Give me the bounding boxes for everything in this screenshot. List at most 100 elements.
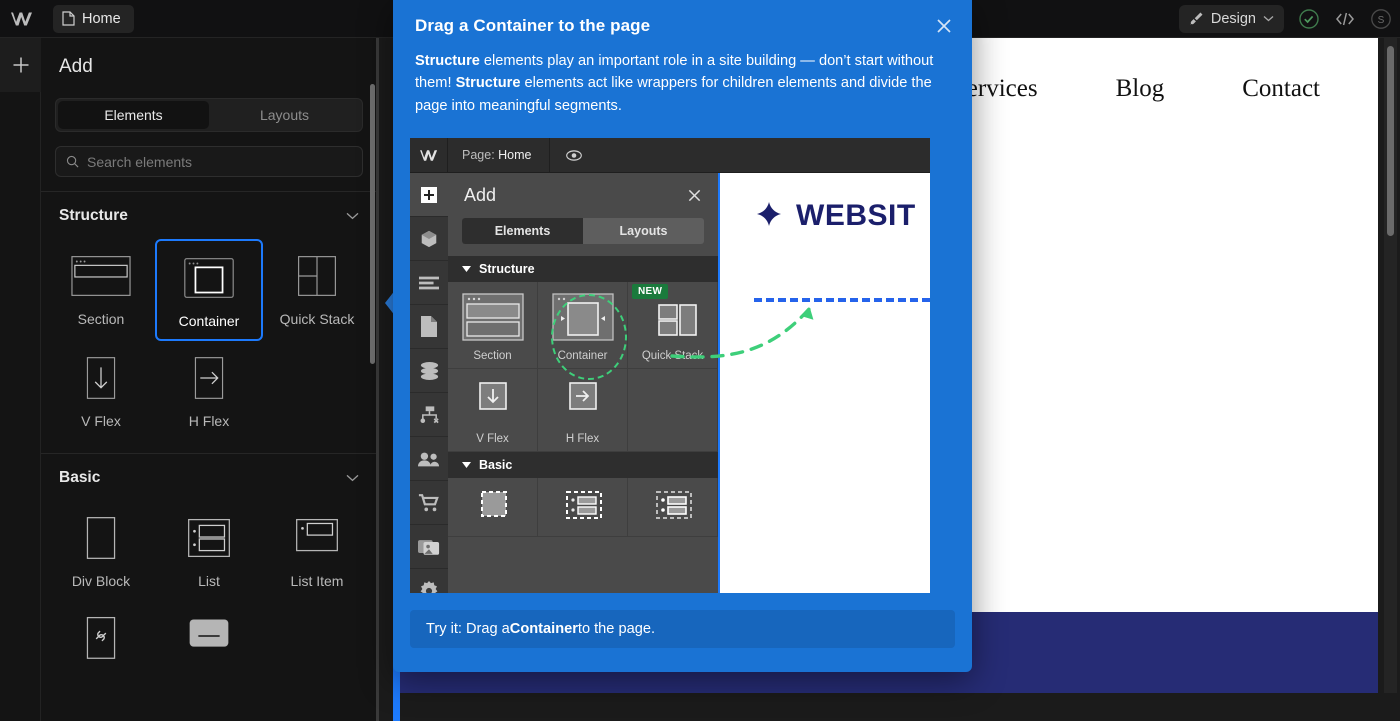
drop-target-line <box>754 298 930 302</box>
screenshot-section-structure[interactable]: Structure <box>448 256 718 282</box>
element-button[interactable] <box>155 599 263 681</box>
code-brackets-icon[interactable] <box>1334 10 1356 28</box>
page-icon <box>62 11 75 26</box>
tutorial-screenshot: Page: Home Add Elements Layouts Structur… <box>410 138 930 593</box>
section-title: Basic <box>59 468 101 486</box>
link-icon <box>71 613 131 659</box>
tryit-suffix: to the page. <box>577 621 655 637</box>
panel-resize-edge[interactable] <box>376 38 379 721</box>
section-header-structure[interactable]: Structure <box>41 191 377 239</box>
nav-link-contact[interactable]: Contact <box>1242 75 1320 103</box>
screenshot-add-panel: Add Elements Layouts Structure Section C… <box>448 173 718 593</box>
screenshot-tab-layouts[interactable]: Layouts <box>583 218 704 244</box>
element-label: Container <box>178 313 240 329</box>
element-section[interactable]: Section <box>47 239 155 341</box>
element-link-block[interactable] <box>47 599 155 681</box>
screenshot-element-list-item[interactable] <box>628 478 718 537</box>
screenshot-element-v-flex[interactable]: V Flex <box>448 369 538 452</box>
rail-add-button[interactable] <box>0 38 41 92</box>
element-div-block[interactable]: Div Block <box>47 501 155 599</box>
screenshot-section-basic[interactable]: Basic <box>448 452 718 478</box>
screenshot-element-quick-stack[interactable]: NEW Quick Stack <box>628 282 718 369</box>
screenshot-element-section[interactable]: Section <box>448 282 538 369</box>
element-label: Section <box>77 311 125 327</box>
add-panel-tabs: Elements Layouts <box>55 98 363 132</box>
screenshot-basic-grid <box>448 478 718 537</box>
rail-item-navigator[interactable] <box>410 261 448 305</box>
screenshot-tab-elements[interactable]: Elements <box>462 218 583 244</box>
tab-layouts[interactable]: Layouts <box>209 101 360 129</box>
close-icon[interactable] <box>687 188 702 203</box>
screenshot-section-title: Structure <box>479 262 535 276</box>
button-icon <box>179 613 239 659</box>
element-h-flex[interactable]: H Flex <box>155 341 263 439</box>
screenshot-section-title: Basic <box>479 458 513 472</box>
rail-item-components[interactable] <box>410 217 448 261</box>
add-panel: Add Elements Layouts Search elements Str… <box>41 38 378 721</box>
rail-item-settings[interactable] <box>410 569 448 593</box>
element-list[interactable]: List <box>155 501 263 599</box>
screenshot-panel-header: Add <box>448 173 718 206</box>
tryit-banner: Try it: Drag a Container to the page. <box>410 610 955 648</box>
screenshot-element-label: V Flex <box>476 433 509 445</box>
arrow-right-icon <box>179 355 239 401</box>
nav-link-blog[interactable]: Blog <box>1116 75 1165 103</box>
tab-elements[interactable]: Elements <box>58 101 209 129</box>
design-mode-selector[interactable]: Design <box>1178 4 1284 33</box>
element-label: List Item <box>290 573 344 589</box>
rail-item-logic[interactable] <box>410 393 448 437</box>
screenshot-element-label: Section <box>473 350 512 362</box>
screenshot-topbar: Page: Home <box>410 138 930 173</box>
element-quick-stack[interactable]: Quick Stack <box>263 239 371 341</box>
search-placeholder: Search elements <box>87 153 193 170</box>
rail-item-users[interactable] <box>410 437 448 481</box>
toolbar-right-group: Design S <box>1178 4 1400 33</box>
rail-item-pages[interactable] <box>410 305 448 349</box>
section-title: Structure <box>59 206 128 224</box>
webflow-designer: Home Design S Services Blog Contact Add … <box>0 0 1400 721</box>
search-input[interactable]: Search elements <box>55 146 363 177</box>
home-tab[interactable]: Home <box>53 4 134 33</box>
structure-element-grid: Section Container Quick Stack V Flex H F… <box>41 239 377 439</box>
div-block-icon <box>71 515 131 561</box>
modal-body: Structure elements play an important rol… <box>415 50 937 117</box>
rail-item-cms[interactable] <box>410 349 448 393</box>
avatar[interactable]: S <box>1370 8 1392 30</box>
new-badge: NEW <box>632 284 669 299</box>
triangle-down-icon <box>462 266 471 272</box>
svg-text:S: S <box>1378 15 1385 26</box>
triangle-down-icon <box>462 462 471 468</box>
screenshot-element-h-flex[interactable]: H Flex <box>538 369 628 452</box>
element-label: Quick Stack <box>279 311 355 327</box>
add-panel-scrollbar[interactable] <box>370 84 375 364</box>
sparkle-icon <box>754 201 784 231</box>
close-icon[interactable] <box>934 16 954 41</box>
element-container[interactable]: Container <box>155 239 263 341</box>
arrow-down-icon <box>71 355 131 401</box>
check-circle-icon[interactable] <box>1298 8 1320 30</box>
container-icon <box>179 255 239 301</box>
screenshot-element-div-block[interactable] <box>448 478 538 537</box>
screenshot-main: Add Elements Layouts Structure Section C… <box>410 173 930 593</box>
rail-item-ecommerce[interactable] <box>410 481 448 525</box>
canvas-scrollbar-thumb[interactable] <box>1387 46 1394 236</box>
element-label: V Flex <box>81 413 121 429</box>
tryit-bold: Container <box>509 621 578 637</box>
element-v-flex[interactable]: V Flex <box>47 341 155 439</box>
tryit-prefix: Try it: Drag a <box>426 621 510 637</box>
rail-item-assets[interactable] <box>410 525 448 569</box>
basic-element-grid: Div Block List List Item <box>41 501 377 681</box>
screenshot-site-logo: WEBSIT <box>720 173 930 233</box>
screenshot-page-label: Page: Home <box>448 148 532 162</box>
rail-item-add[interactable] <box>410 173 448 217</box>
screenshot-panel-tabs: Elements Layouts <box>462 218 704 244</box>
screenshot-site-preview: WEBSIT <box>718 173 930 593</box>
webflow-logo-icon <box>410 138 448 173</box>
section-header-basic[interactable]: Basic <box>41 453 377 501</box>
element-label: List <box>198 573 220 589</box>
element-list-item[interactable]: List Item <box>263 501 371 599</box>
screenshot-element-list[interactable] <box>538 478 628 537</box>
chevron-down-icon <box>346 212 359 220</box>
eye-icon[interactable] <box>548 138 582 173</box>
webflow-logo-icon[interactable] <box>0 0 44 38</box>
